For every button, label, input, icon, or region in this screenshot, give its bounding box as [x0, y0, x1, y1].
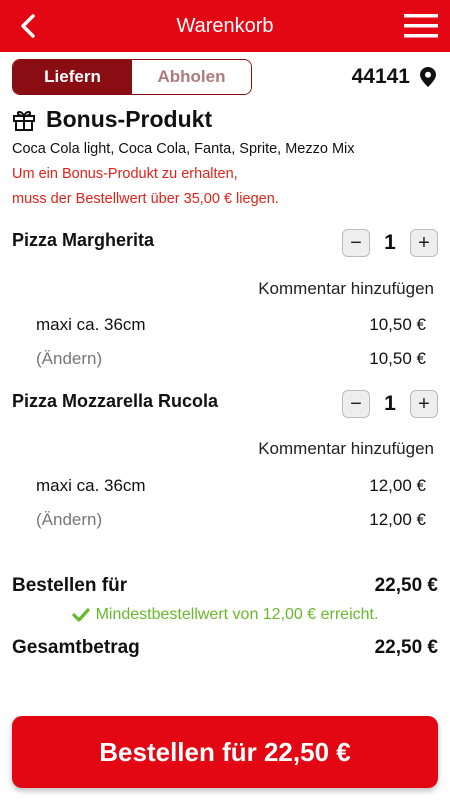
total-label: Gesamtbetrag	[12, 637, 140, 658]
cart-item-name: Pizza Margherita	[12, 230, 155, 250]
add-comment-link[interactable]: Kommentar hinzufügen	[258, 279, 434, 299]
decrease-button[interactable]: −	[342, 229, 370, 257]
item-size: maxi ca. 36cm	[36, 476, 146, 495]
hamburger-menu-icon	[404, 14, 438, 38]
item-size-price: 10,50 €	[369, 315, 426, 334]
gift-icon	[13, 110, 35, 131]
item-total: 12,00 €	[369, 510, 426, 529]
app-header: Warenkorb	[0, 0, 450, 52]
bonus-note-line-1: Um ein Bonus-Produkt zu erhalten,	[12, 166, 238, 182]
decrease-button[interactable]: −	[342, 390, 370, 418]
item-total-row: (Ändern) 10,50 €	[36, 349, 426, 369]
tab-deliver[interactable]: Liefern	[13, 60, 132, 94]
bonus-header: Bonus-Produkt	[12, 106, 212, 133]
quantity-value: 1	[384, 231, 396, 254]
bonus-options: Coca Cola light, Coca Cola, Fanta, Sprit…	[12, 141, 355, 157]
item-total-row: (Ändern) 12,00 €	[36, 510, 426, 530]
add-comment-link[interactable]: Kommentar hinzufügen	[258, 439, 434, 459]
item-option-row: maxi ca. 36cm 10,50 €	[36, 315, 426, 335]
location-pin-icon	[420, 67, 436, 87]
change-item-link[interactable]: (Ändern)	[36, 510, 102, 530]
total-value: 22,50 €	[374, 637, 438, 658]
item-option-row: maxi ca. 36cm 12,00 €	[36, 476, 426, 496]
bonus-title: Bonus-Produkt	[46, 106, 213, 132]
bonus-note-line-2: muss der Bestellwert über 35,00 € liegen…	[12, 191, 279, 207]
page-title: Warenkorb	[176, 15, 274, 37]
quantity-stepper: − 1 +	[342, 228, 438, 258]
item-total: 10,50 €	[369, 349, 426, 368]
order-button[interactable]: Bestellen für 22,50 €	[12, 716, 438, 788]
item-size: maxi ca. 36cm	[36, 315, 146, 334]
tab-pickup[interactable]: Abholen	[132, 60, 251, 94]
order-for-label: Bestellen für	[12, 575, 128, 596]
postal-code: 44141	[351, 65, 410, 88]
cart-item-name: Pizza Mozzarella Rucola	[12, 391, 219, 411]
delivery-location[interactable]: 44141	[352, 62, 436, 92]
quantity-value: 1	[384, 392, 396, 415]
checkmark-icon	[71, 608, 90, 622]
increase-button[interactable]: +	[410, 390, 438, 418]
min-order-text: Mindestbestellwert von 12,00 € erreicht.	[95, 606, 379, 623]
min-order-status: Mindestbestellwert von 12,00 € erreicht.	[0, 606, 450, 624]
order-for-row: Bestellen für 22,50 €	[12, 575, 438, 597]
change-item-link[interactable]: (Ändern)	[36, 349, 102, 369]
menu-button[interactable]	[404, 12, 438, 40]
order-for-value: 22,50 €	[374, 575, 438, 596]
increase-button[interactable]: +	[410, 229, 438, 257]
item-size-price: 12,00 €	[369, 476, 426, 495]
total-row: Gesamtbetrag 22,50 €	[12, 637, 438, 659]
delivery-mode-toggle: Liefern Abholen	[12, 59, 252, 95]
quantity-stepper: − 1 +	[342, 389, 438, 419]
